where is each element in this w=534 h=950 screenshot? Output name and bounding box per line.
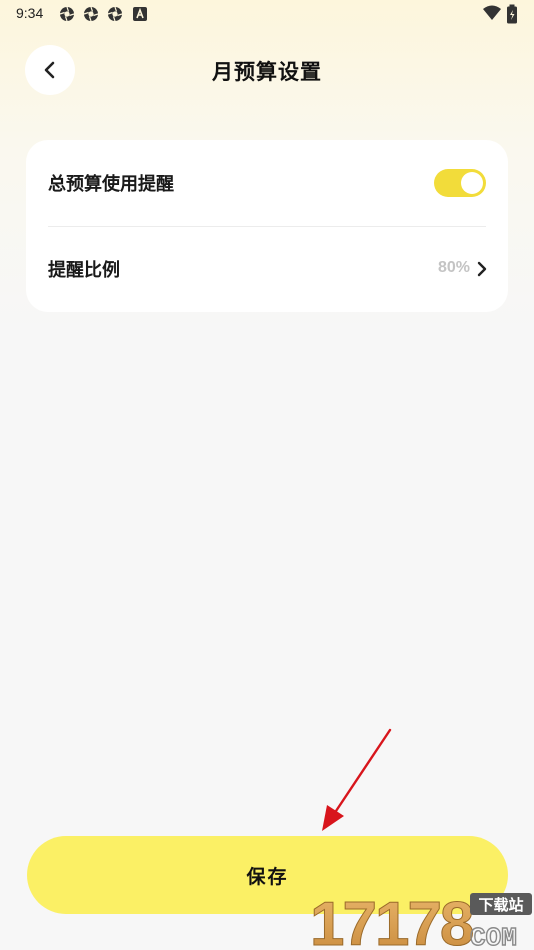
battery-icon xyxy=(507,4,517,24)
toggle-knob xyxy=(461,172,483,194)
aperture-icon xyxy=(59,6,75,22)
chevron-right-icon xyxy=(477,261,487,277)
status-time: 9:34 xyxy=(16,5,44,21)
reminder-toggle-label: 总预算使用提醒 xyxy=(48,174,174,195)
watermark-suffix: COM xyxy=(470,923,517,950)
aperture-icon xyxy=(107,6,123,22)
reminder-ratio-value: 80% xyxy=(437,259,470,276)
watermark-logo: 17178 下载站 COM xyxy=(310,890,532,950)
wifi-icon xyxy=(483,5,501,20)
settings-card: 总预算使用提醒 提醒比例 80% xyxy=(26,140,508,312)
watermark-tag: 下载站 xyxy=(478,896,523,914)
annotation-arrow-icon xyxy=(322,728,392,831)
aperture-icon xyxy=(83,6,99,22)
save-label: 保存 xyxy=(246,865,289,888)
reminder-ratio-row[interactable]: 提醒比例 80% xyxy=(26,226,508,312)
page-title: 月预算设置 xyxy=(212,60,322,84)
status-bar: 9:34 xyxy=(0,0,534,28)
reminder-toggle-switch[interactable] xyxy=(434,169,486,197)
reminder-ratio-label: 提醒比例 xyxy=(48,260,120,281)
watermark-digits: 17178 xyxy=(310,890,473,950)
reminder-toggle-row: 总预算使用提醒 xyxy=(26,140,508,226)
a-badge-icon xyxy=(133,7,147,21)
